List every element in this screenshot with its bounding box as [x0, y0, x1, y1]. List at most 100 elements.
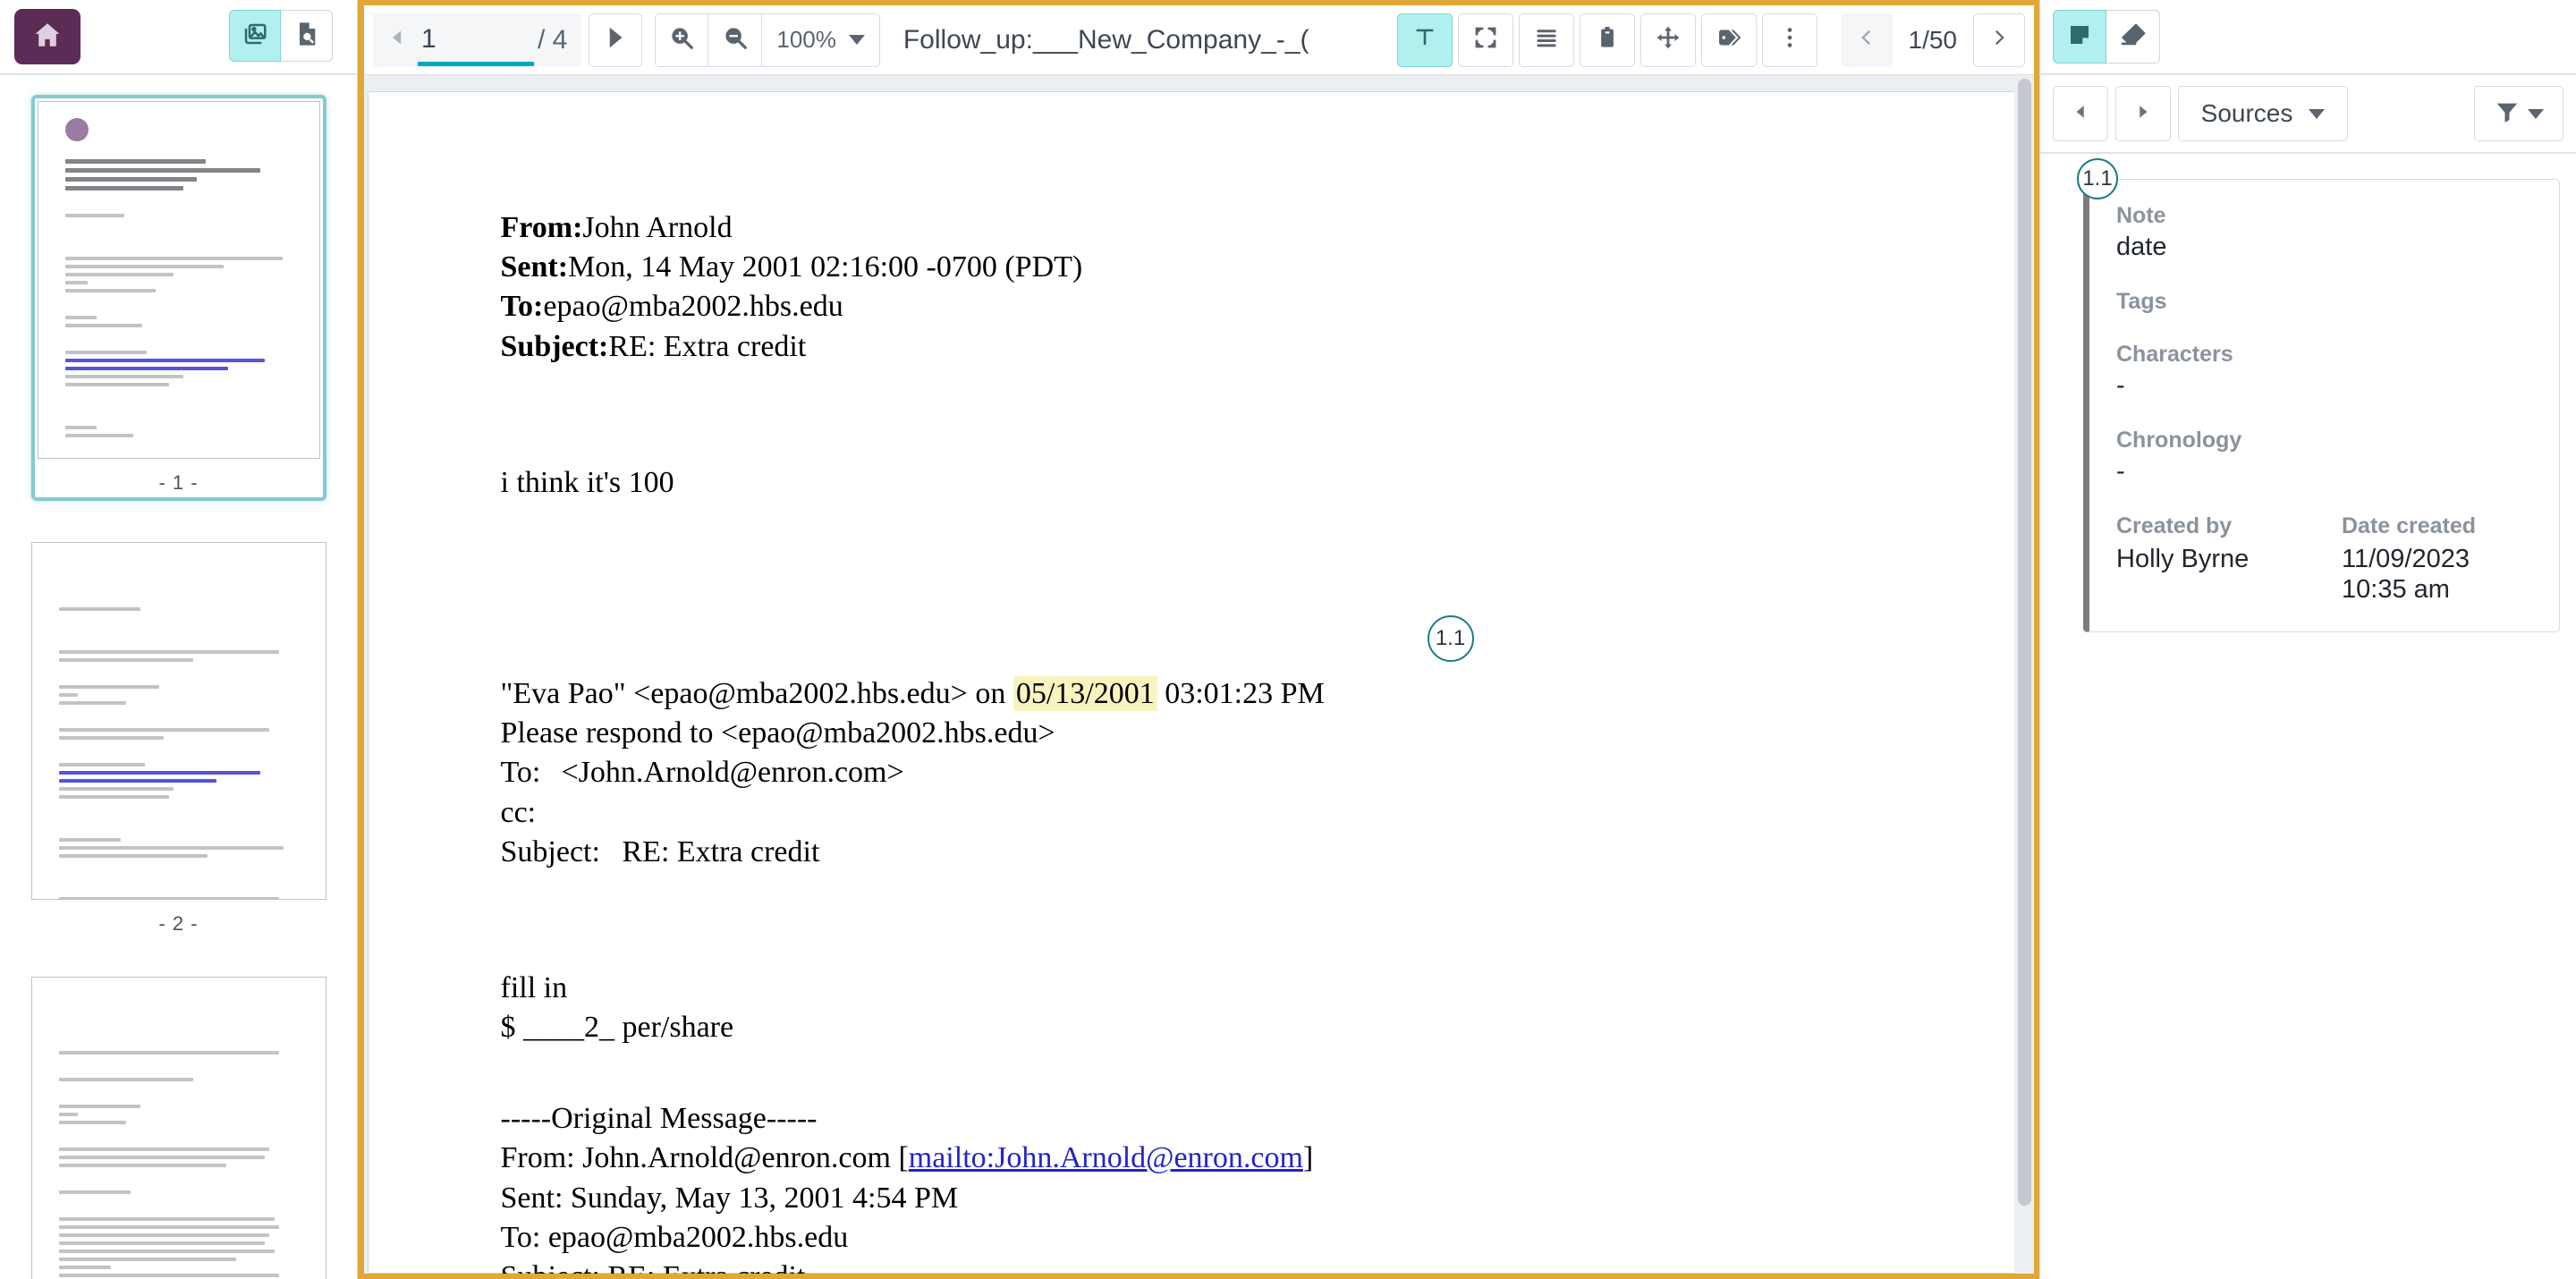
original-message-divider: -----Original Message-----: [500, 1102, 818, 1136]
select-area-tool-button[interactable]: [1457, 13, 1513, 67]
images-icon: [241, 20, 269, 53]
more-options-button[interactable]: [1761, 13, 1818, 67]
chevron-right-icon: [1989, 22, 2009, 57]
email-header-subject-value: RE: Extra credit: [608, 329, 807, 363]
chevron-down-icon: [2528, 108, 2544, 119]
left-sidebar-header: [0, 0, 357, 75]
annotation-tools: [1396, 13, 1823, 67]
text-search-view-button[interactable]: [281, 10, 333, 62]
page-input-focus-underline: [418, 61, 534, 66]
characters-value: -: [2116, 371, 2125, 400]
thumbnail-frame: - 1 -: [30, 95, 326, 501]
previous-page-button[interactable]: [377, 14, 418, 66]
email-header-subject-label: Subject:: [500, 329, 609, 363]
text-T-icon: [1411, 24, 1438, 55]
notes-view-button[interactable]: [2053, 10, 2106, 64]
email-header-to: To:epao@mba2002.hbs.edu: [501, 287, 1898, 326]
email-header-sent: Sent:Mon, 14 May 2001 02:16:00 -0700 (PD…: [501, 248, 1898, 287]
page-thumbnail-list[interactable]: - 1 - - 2 -: [0, 75, 357, 1279]
eraser-icon: [2119, 21, 2148, 54]
created-by-value: Holly Byrne: [2116, 544, 2250, 573]
move-tool-button[interactable]: [1640, 13, 1696, 67]
home-button[interactable]: [14, 9, 80, 64]
mailto-link[interactable]: mailto:John.Arnold@enron.com: [909, 1141, 1303, 1174]
page-number-input[interactable]: [418, 13, 534, 64]
document-viewer: / 4: [358, 0, 2039, 1279]
page-navigator: / 4: [373, 13, 582, 67]
thumbnails-view-button[interactable]: [229, 10, 281, 62]
original-from-post: ]: [1302, 1141, 1314, 1175]
note-meta-row: Created by Holly Byrne Date created 11/0…: [2116, 513, 2532, 605]
list-item[interactable]: - 2 -: [30, 542, 326, 936]
funnel-icon: [2494, 98, 2521, 130]
original-from-pre: From: John.Arnold@enron.com [: [500, 1141, 909, 1175]
notes-list: 1.1 Note date Tags Characters - Chronolo…: [2040, 154, 2576, 1279]
text-tool-button[interactable]: [1396, 13, 1453, 67]
zoom-level-value: 100%: [776, 26, 836, 53]
next-note-button[interactable]: [2115, 86, 2171, 141]
per-share-line-1: $ ____2_ per/share: [500, 1011, 734, 1045]
note-label: Note: [2116, 203, 2166, 228]
created-by-field: Created by Holly Byrne: [2116, 513, 2286, 605]
zoom-out-button[interactable]: [708, 13, 763, 67]
tag-tool-button[interactable]: [1700, 13, 1757, 67]
next-hit-button[interactable]: [1973, 13, 2025, 67]
quoted-line-1-pre: "Eva Pao" <epao@mba2002.hbs.edu> on: [500, 676, 1013, 710]
tags-field: Tags: [2116, 289, 2532, 315]
quoted-line-1-post: 03:01:23 PM: [1157, 676, 1325, 710]
viewer-toolbar: / 4: [364, 5, 2034, 75]
chronology-value: -: [2116, 457, 2125, 486]
next-page-button[interactable]: [589, 13, 643, 67]
quoted-line-2: Please respond to <epao@mba2002.hbs.edu>: [500, 716, 1055, 750]
list-item[interactable]: - 1 -: [30, 95, 326, 501]
clipboard-tool-button[interactable]: [1579, 13, 1635, 67]
note-badge[interactable]: 1.1: [2077, 158, 2118, 199]
quoted-line-3: To: <John.Arnold@enron.com>: [500, 756, 904, 790]
left-view-toggle: [229, 10, 333, 62]
filter-dropdown-button[interactable]: [2474, 86, 2563, 141]
characters-label: Characters: [2116, 342, 2233, 367]
chronology-field: Chronology -: [2116, 428, 2532, 487]
document-scroll-area[interactable]: From:John Arnold Sent:Mon, 14 May 2001 0…: [364, 75, 2034, 1274]
notes-panel-header: [2040, 0, 2576, 75]
zoom-in-button[interactable]: [655, 13, 709, 67]
original-from-line: From: John.Arnold@enron.com [mailto:John…: [501, 1139, 1898, 1178]
zoom-in-icon: [668, 24, 695, 55]
annotation-dot-icon: [64, 118, 89, 141]
email-header-sent-value: Mon, 14 May 2001 02:16:00 -0700 (PDT): [568, 250, 1083, 284]
highlighted-date[interactable]: 05/13/2001: [1013, 675, 1157, 711]
note-value: date: [2116, 233, 2167, 261]
document-search-icon: [292, 20, 321, 53]
document-title: Follow_up:___New_Company_-_(: [902, 24, 1309, 55]
note-card[interactable]: 1.1 Note date Tags Characters - Chronolo…: [2077, 158, 2560, 632]
zoom-out-icon: [722, 24, 749, 55]
quoted-line-1: "Eva Pao" <epao@mba2002.hbs.edu> on 05/1…: [501, 674, 1898, 714]
original-sent-line: Sent: Sunday, May 13, 2001 4:54 PM: [500, 1181, 959, 1215]
document-page: From:John Arnold Sent:Mon, 14 May 2001 0…: [367, 91, 2031, 1274]
search-hit-navigator: 1/50: [1840, 13, 2025, 67]
previous-hit-button[interactable]: [1840, 13, 1893, 67]
scrollbar-thumb[interactable]: [2018, 79, 2031, 1206]
left-sidebar: - 1 - - 2 -: [0, 0, 358, 1279]
list-item[interactable]: - 3 -: [30, 977, 326, 1279]
sources-dropdown[interactable]: Sources: [2178, 86, 2348, 141]
document-vertical-scrollbar[interactable]: [2014, 75, 2034, 1274]
page-input-wrapper: [418, 13, 534, 66]
zoom-level-dropdown[interactable]: 100%: [762, 13, 880, 67]
characters-field: Characters -: [2116, 342, 2532, 401]
sources-dropdown-label: Sources: [2200, 99, 2293, 127]
lines-icon: [1533, 24, 1560, 55]
thumbnail-page-preview: [30, 977, 326, 1279]
eraser-view-button[interactable]: [2106, 10, 2160, 64]
email-header-to-value: epao@mba2002.hbs.edu: [543, 290, 843, 324]
notes-panel-toggle: [2053, 10, 2160, 64]
lines-tool-button[interactable]: [1518, 13, 1574, 67]
clipboard-icon: [1594, 24, 1621, 55]
previous-note-button[interactable]: [2053, 86, 2108, 141]
annotation-badge-inline[interactable]: 1.1: [1427, 614, 1474, 662]
